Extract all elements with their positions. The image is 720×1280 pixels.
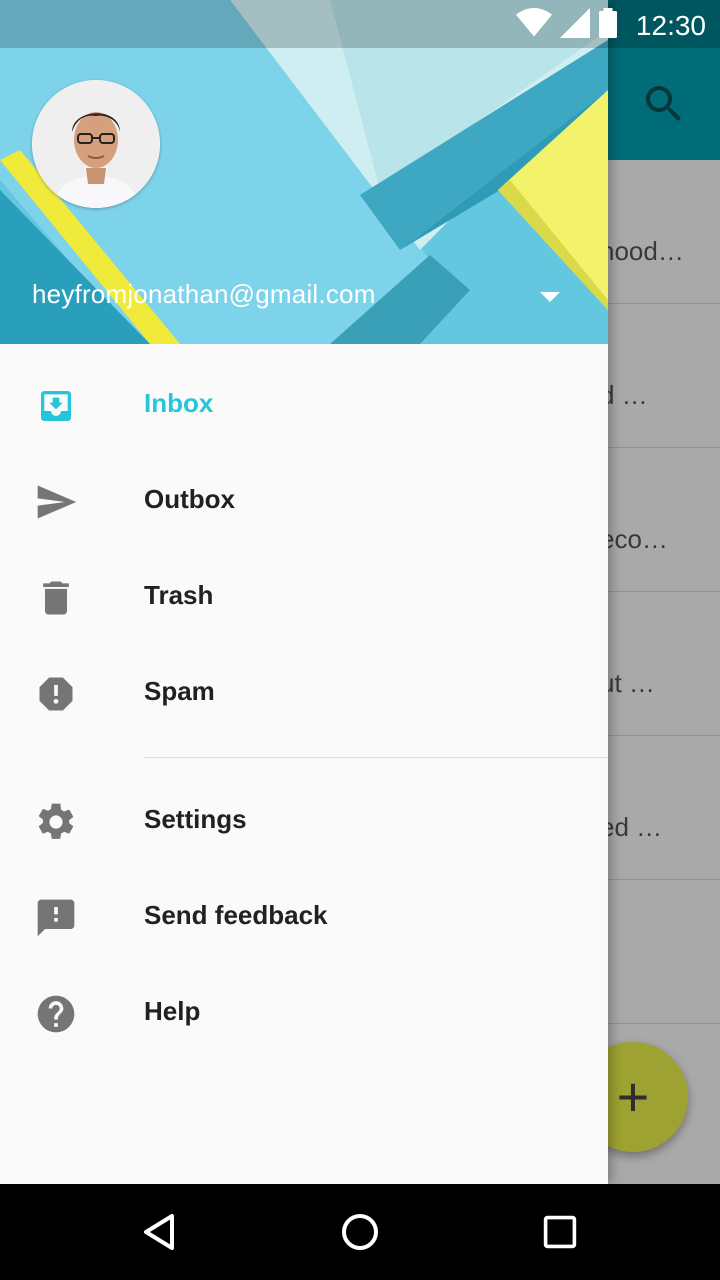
drawer-item-trash[interactable]: Trash [0,550,608,646]
drawer-item-send-feedback[interactable]: Send feedback [0,870,608,966]
drawer-item-label: Send feedback [144,900,328,930]
feedback-icon [32,894,80,942]
navigation-drawer: heyfromjonathan@gmail.com Inbox Outbox T… [0,0,608,1184]
battery-icon [598,8,618,43]
drawer-item-spam[interactable]: Spam [0,646,608,742]
menu-divider [144,742,608,774]
account-switcher-dropdown[interactable] [540,292,560,302]
signal-icon [559,8,590,43]
drawer-item-label: Spam [144,676,215,706]
drawer-item-outbox[interactable]: Outbox [0,454,608,550]
drawer-item-label: Help [144,996,201,1026]
drawer-item-inbox[interactable]: Inbox [0,358,608,454]
send-icon [32,478,80,526]
account-header: heyfromjonathan@gmail.com [0,0,608,344]
account-email: heyfromjonathan@gmail.com [32,279,376,309]
drawer-item-label: Outbox [144,484,235,514]
gear-icon [32,798,80,846]
help-icon [32,990,80,1038]
avatar[interactable] [32,80,160,208]
status-icons: 12:30 [515,8,706,43]
trash-icon [32,574,80,622]
wifi-icon [515,8,552,43]
system-nav-bar [0,1184,720,1280]
status-bar: 12:30 [0,0,720,48]
drawer-item-help[interactable]: Help [0,966,608,1062]
spam-icon [32,670,80,718]
inbox-icon [32,382,80,430]
drawer-item-label: Settings [144,804,247,834]
drawer-item-label: Trash [144,580,214,610]
status-clock: 12:30 [635,9,706,41]
home-icon[interactable] [336,1208,384,1256]
drawer-menu: Inbox Outbox Trash Spam Settings Send fe… [0,358,608,1062]
drawer-item-settings[interactable]: Settings [0,774,608,870]
back-icon[interactable] [136,1208,184,1256]
drawer-item-label: Inbox [144,388,214,418]
recents-icon[interactable] [536,1208,584,1256]
